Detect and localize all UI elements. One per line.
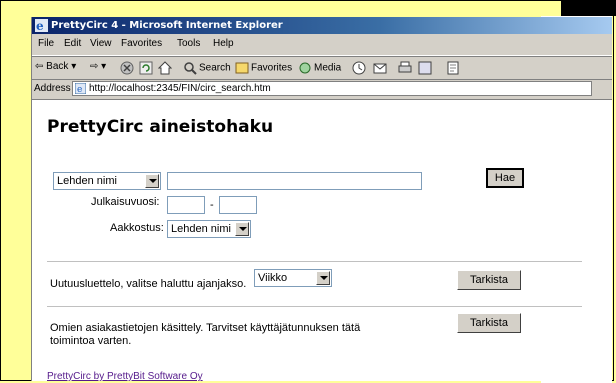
- address-input[interactable]: e http://localhost:2345/FIN/circ_search.…: [72, 81, 592, 96]
- year-from-input[interactable]: [167, 196, 205, 214]
- discuss-icon[interactable]: [418, 61, 432, 75]
- back-arrow-icon: ⇦: [35, 61, 44, 72]
- address-label: Address: [34, 83, 71, 94]
- history-icon[interactable]: [352, 61, 366, 75]
- back-label: Back: [46, 61, 69, 72]
- menu-tools[interactable]: Tools: [177, 38, 200, 49]
- period-value: Viikko: [258, 272, 288, 284]
- divider: [47, 261, 582, 262]
- menu-help[interactable]: Help: [213, 38, 234, 49]
- ie-logo-icon: e: [35, 19, 48, 32]
- page-content: PrettyCirc aineistohaku Lehden nimi Hae …: [32, 99, 612, 381]
- print-icon[interactable]: [398, 61, 412, 75]
- account-text-line1: Omien asiakastietojen käsittely. Tarvits…: [50, 322, 361, 334]
- account-text-line2: toimintoa varten.: [50, 335, 132, 347]
- tool-bar: ⇦ Back ▾ ⇨ ▾ Search Favorites Media: [32, 56, 612, 79]
- address-bar: Address e http://localhost:2345/FIN/circ…: [32, 79, 612, 99]
- favorites-icon: [235, 62, 249, 74]
- edit-page-icon[interactable]: [446, 61, 460, 75]
- menu-view[interactable]: View: [90, 38, 112, 49]
- url-text: http://localhost:2345/FIN/circ_search.ht…: [89, 83, 271, 94]
- forward-button[interactable]: ⇨ ▾: [90, 61, 106, 72]
- chevron-down-icon: [316, 271, 330, 285]
- sort-label: Aakkostus:: [110, 222, 164, 234]
- corner-block: [561, 0, 616, 16]
- window-title: PrettyCirc 4 - Microsoft Internet Explor…: [51, 20, 283, 31]
- news-check-button[interactable]: Tarkista: [457, 270, 521, 290]
- year-to-input[interactable]: [219, 196, 257, 214]
- home-icon[interactable]: [158, 61, 172, 75]
- period-select[interactable]: Viikko: [254, 269, 332, 287]
- page-title: PrettyCirc aineistohaku: [47, 117, 274, 137]
- media-label: Media: [314, 62, 342, 74]
- search-label: Search: [199, 62, 231, 74]
- menu-file[interactable]: File: [38, 38, 54, 49]
- sort-value: Lehden nimi: [171, 223, 231, 235]
- refresh-icon[interactable]: [139, 61, 153, 75]
- title-bar: e PrettyCirc 4 - Microsoft Internet Expl…: [32, 17, 612, 34]
- chevron-down-icon: [235, 222, 249, 236]
- stop-icon[interactable]: [120, 61, 134, 75]
- page-icon: e: [75, 83, 86, 94]
- chevron-down-icon: ▾: [71, 61, 77, 72]
- search-field-value: Lehden nimi: [57, 175, 117, 187]
- svg-text:e: e: [36, 19, 44, 32]
- svg-text:e: e: [77, 85, 82, 94]
- media-button[interactable]: Media: [298, 61, 341, 75]
- footer-link[interactable]: PrettyCirc by PrettyBit Software Oy: [47, 371, 203, 381]
- menu-edit[interactable]: Edit: [64, 38, 81, 49]
- account-check-button[interactable]: Tarkista: [457, 313, 521, 333]
- search-submit-button[interactable]: Hae: [486, 168, 524, 188]
- search-icon: [184, 62, 197, 75]
- chevron-down-icon: [145, 174, 159, 188]
- sort-select[interactable]: Lehden nimi: [167, 220, 251, 238]
- year-label: Julkaisuvuosi:: [91, 196, 160, 208]
- search-field-select[interactable]: Lehden nimi: [53, 172, 161, 190]
- back-button[interactable]: ⇦ Back ▾: [35, 61, 76, 72]
- divider: [47, 306, 582, 307]
- favorites-label: Favorites: [251, 62, 293, 74]
- favorites-button[interactable]: Favorites: [235, 61, 292, 75]
- menu-bar: File Edit View Favorites Tools Help: [32, 34, 612, 56]
- search-button[interactable]: Search: [183, 61, 231, 75]
- menu-favorites[interactable]: Favorites: [121, 38, 162, 49]
- media-icon: [299, 62, 311, 74]
- news-label: Uutuusluettelo, valitse haluttu ajanjaks…: [50, 278, 247, 290]
- year-separator: -: [210, 199, 214, 211]
- mail-icon[interactable]: [373, 61, 387, 75]
- browser-window: e PrettyCirc 4 - Microsoft Internet Expl…: [31, 17, 612, 381]
- search-input[interactable]: [167, 172, 422, 190]
